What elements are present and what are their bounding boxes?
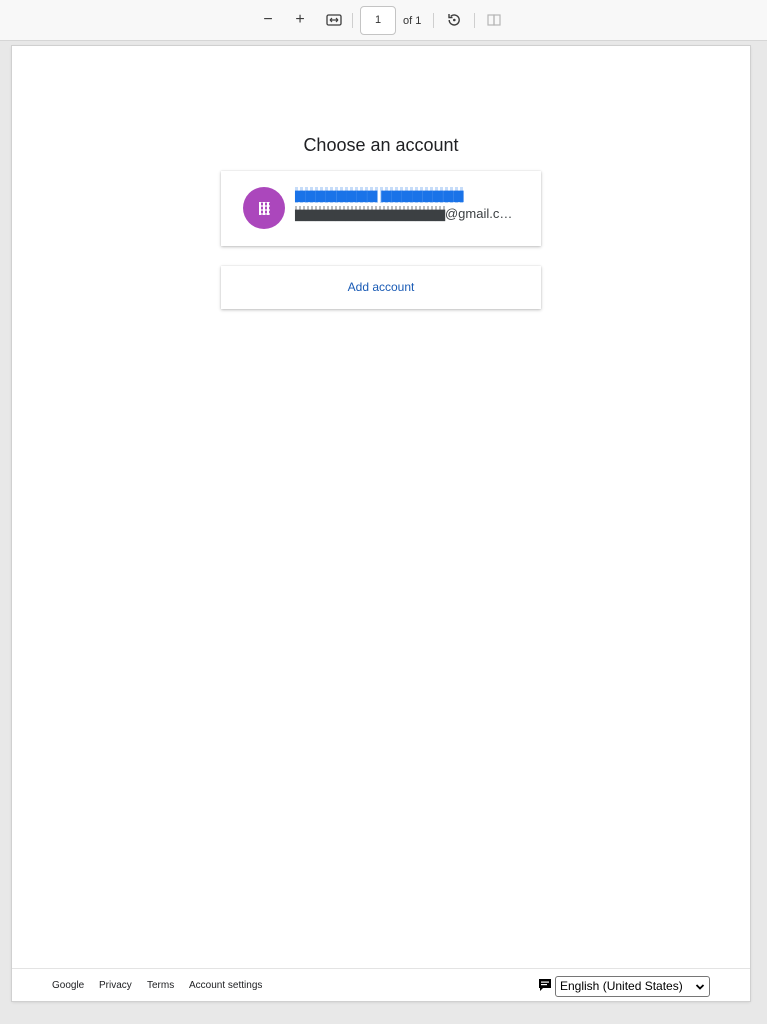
add-account-button[interactable]: Add account — [221, 266, 541, 309]
avatar-initial-icon — [258, 201, 270, 215]
avatar — [243, 187, 285, 229]
footer-link-privacy[interactable]: Privacy — [99, 980, 132, 991]
toolbar-divider — [433, 13, 434, 28]
account-email: ▆▆▆▆▆▆▆▆▆▆▆▆▆▆▆@gmail.c… — [295, 206, 512, 222]
account-name: ▆▆▆▆▆▆▆▆ ▆▆▆▆▆▆▆▆ — [295, 187, 464, 203]
footer-link-terms[interactable]: Terms — [147, 980, 174, 991]
account-card[interactable]: ▆▆▆▆▆▆▆▆ ▆▆▆▆▆▆▆▆ ▆▆▆▆▆▆▆▆▆▆▆▆▆▆▆@gmail.… — [221, 171, 541, 246]
footer-divider — [12, 968, 750, 969]
email-masked-part: ▆▆▆▆▆▆▆▆▆▆▆▆▆▆▆ — [295, 206, 445, 221]
add-account-label: Add account — [347, 280, 415, 294]
zoom-in-button[interactable]: + — [290, 10, 310, 30]
page-title: Choose an account — [303, 135, 459, 155]
two-page-view-button[interactable] — [484, 10, 504, 30]
footer-link-google[interactable]: Google — [52, 980, 84, 991]
chevron-down-icon — [695, 984, 705, 990]
zoom-out-label: − — [263, 11, 273, 28]
two-page-icon — [487, 14, 501, 26]
rotate-button[interactable] — [444, 10, 464, 30]
language-selected-value: English (United States) — [560, 979, 683, 993]
pdf-toolbar: − + 1 of 1 — [0, 0, 767, 41]
toolbar-divider — [474, 13, 475, 28]
fit-to-width-button[interactable] — [324, 10, 344, 30]
toolbar-divider — [352, 13, 353, 28]
email-domain: @gmail.c… — [444, 206, 513, 221]
language-feedback-icon — [539, 979, 551, 991]
zoom-in-label: + — [295, 11, 305, 28]
page-number-input[interactable]: 1 — [360, 6, 396, 35]
rotate-icon — [448, 14, 460, 26]
language-select[interactable]: English (United States) — [555, 976, 710, 997]
page-count: of 1 — [403, 15, 422, 27]
zoom-out-button[interactable]: − — [258, 10, 278, 30]
fit-width-icon — [326, 14, 342, 26]
pdf-page: Choose an account ▆▆▆▆▆▆▆▆ ▆▆▆▆▆▆▆▆ ▆▆▆▆… — [12, 46, 750, 1001]
footer-link-account-settings[interactable]: Account settings — [189, 980, 262, 991]
